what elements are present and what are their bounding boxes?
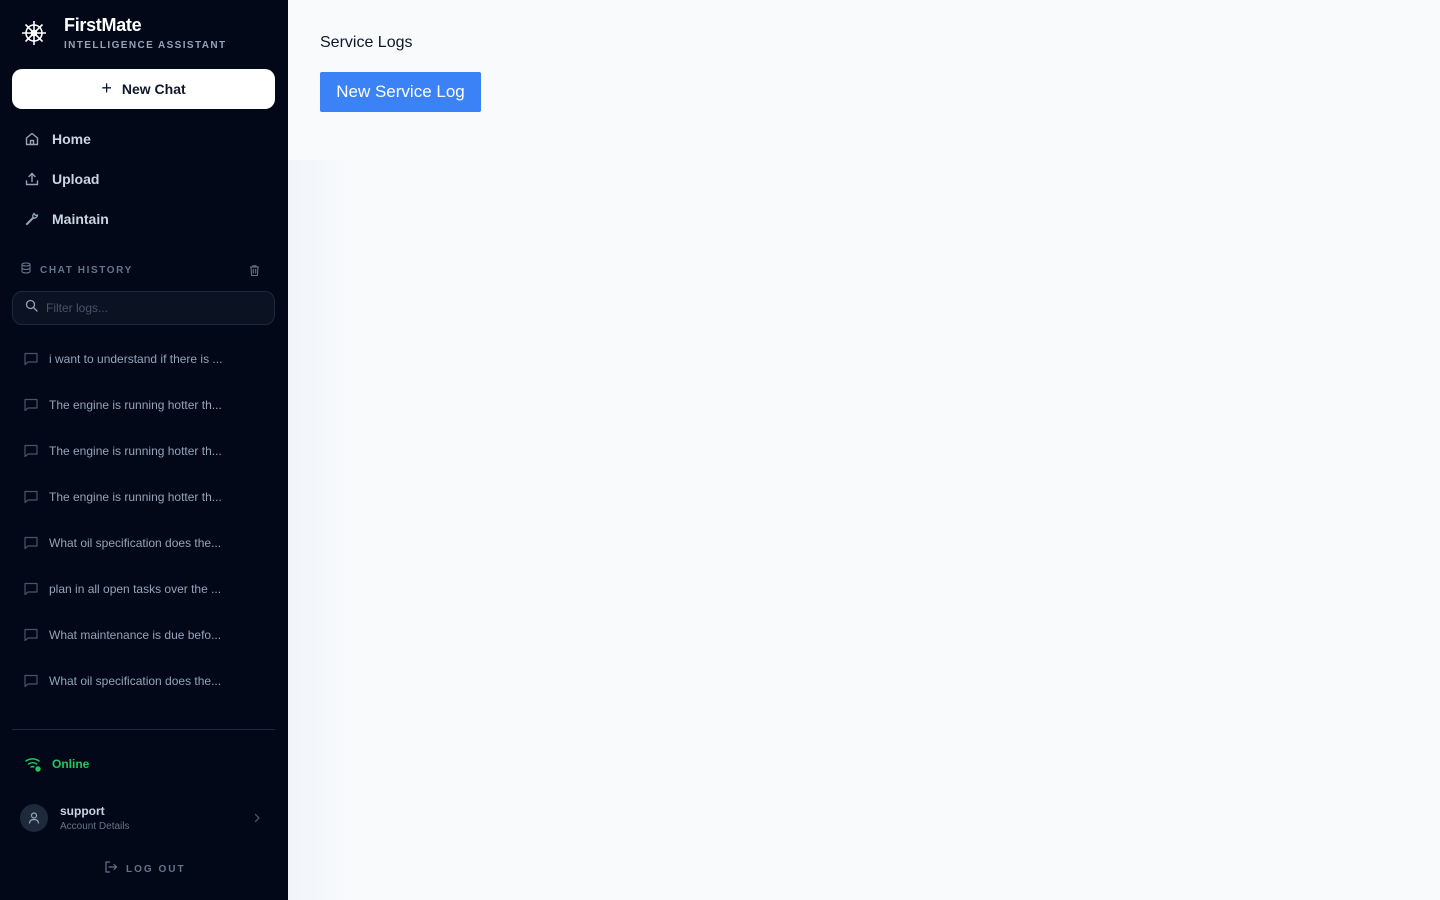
nav-item-upload[interactable]: Upload — [12, 159, 275, 199]
new-chat-button[interactable]: + New Chat — [12, 69, 275, 109]
nav-label-maintain: Maintain — [52, 211, 109, 227]
message-square-icon — [22, 626, 40, 644]
nav-item-home[interactable]: Home — [12, 119, 275, 159]
home-icon — [24, 131, 40, 147]
sidebar-divider — [12, 729, 275, 730]
search-icon — [25, 299, 38, 317]
brand: FirstMate INTELLIGENCE ASSISTANT — [20, 14, 226, 51]
new-service-log-button[interactable]: New Service Log — [320, 72, 481, 112]
history-item-title: What oil specification does the... — [49, 536, 222, 550]
filter-logs-input[interactable] — [46, 301, 256, 315]
history-item[interactable]: The engine is running hotter th... — [12, 474, 275, 520]
new-chat-label: New Chat — [121, 81, 186, 97]
history-item[interactable]: The engine is running hotter th... — [12, 428, 275, 474]
page-title: Service Logs — [320, 34, 413, 51]
ship-wheel-icon — [20, 19, 48, 47]
message-square-icon — [22, 350, 40, 368]
chat-history-header: CHAT HISTORY — [20, 262, 262, 278]
trash-icon[interactable] — [246, 262, 262, 278]
connection-status: Online — [24, 754, 89, 774]
content-shade — [288, 160, 348, 900]
history-item-title: plan in all open tasks over the ... — [49, 582, 222, 596]
account-subtitle: Account Details — [60, 820, 130, 832]
history-item-title: i want to understand if there is ... — [49, 352, 223, 366]
upload-icon — [24, 171, 40, 187]
history-item-title: The engine is running hotter th... — [49, 398, 222, 412]
nav-label-home: Home — [52, 131, 91, 147]
account-button[interactable]: support Account Details — [12, 798, 275, 838]
history-item-title: The engine is running hotter th... — [49, 444, 222, 458]
chat-history-title: CHAT HISTORY — [40, 264, 133, 276]
history-item[interactable]: What oil specification does the... — [12, 658, 275, 704]
message-square-icon — [22, 580, 40, 598]
message-square-icon — [22, 488, 40, 506]
brand-subtitle: INTELLIGENCE ASSISTANT — [64, 40, 227, 51]
message-square-icon — [22, 672, 40, 690]
logout-icon — [104, 860, 118, 879]
status-label: Online — [52, 757, 90, 771]
plus-icon: + — [101, 78, 112, 98]
history-item-title: What maintenance is due befo... — [49, 628, 222, 642]
message-square-icon — [22, 534, 40, 552]
history-item[interactable]: The engine is running hotter th... — [12, 382, 275, 428]
database-icon — [20, 261, 32, 279]
wifi-icon — [24, 754, 44, 774]
account-name: support — [60, 803, 105, 818]
user-icon — [28, 812, 40, 824]
history-item[interactable]: What maintenance is due befo... — [12, 612, 275, 658]
avatar — [20, 804, 48, 832]
history-item-title: The engine is running hotter th... — [49, 490, 222, 504]
sidebar: FirstMate INTELLIGENCE ASSISTANT + New C… — [0, 0, 288, 900]
history-item[interactable]: What oil specification does the... — [12, 520, 275, 566]
chevron-right-icon — [251, 812, 263, 824]
nav-label-upload: Upload — [52, 171, 100, 187]
filter-logs-field[interactable] — [12, 291, 275, 325]
message-square-icon — [22, 442, 40, 460]
history-item[interactable]: plan in all open tasks over the ... — [12, 566, 275, 612]
logout-label: LOG OUT — [126, 863, 186, 875]
history-item-title: What oil specification does the... — [49, 674, 222, 688]
message-square-icon — [22, 396, 40, 414]
history-item[interactable]: i want to understand if there is ... — [12, 336, 275, 382]
logout-button[interactable]: LOG OUT — [104, 860, 186, 878]
main-nav: Home Upload Maintain — [12, 119, 275, 239]
chat-history-list: i want to understand if there is ... The… — [12, 336, 275, 704]
wrench-icon — [24, 211, 40, 227]
brand-name: FirstMate — [64, 15, 142, 35]
nav-item-maintain[interactable]: Maintain — [12, 199, 275, 239]
